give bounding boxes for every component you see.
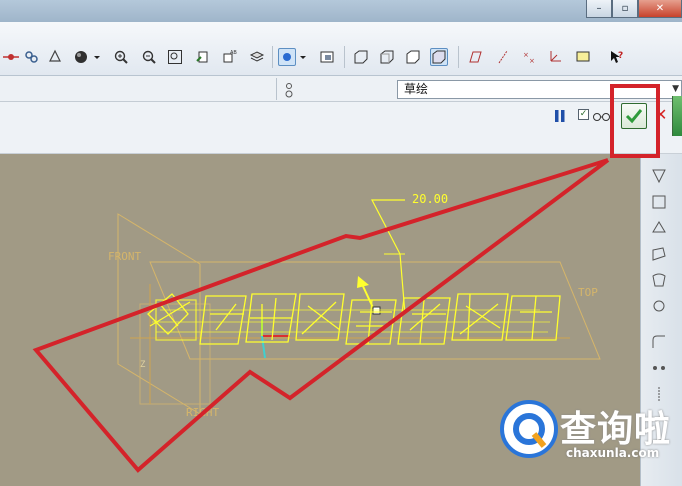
zoom-out-icon[interactable] — [140, 48, 158, 66]
watermark-domain: chaxunla.com — [566, 446, 660, 460]
z-axis-label: Z — [140, 360, 146, 370]
csys-icon[interactable] — [546, 48, 564, 66]
round-tool-icon[interactable] — [649, 332, 669, 352]
hole-tool-icon[interactable] — [649, 296, 669, 316]
svg-text:?: ? — [618, 51, 623, 61]
chevron-down-icon[interactable] — [298, 48, 308, 66]
dimension-leader — [371, 199, 406, 315]
datum-points-icon[interactable]: × × — [520, 48, 538, 66]
blend-tool-icon[interactable] — [649, 270, 669, 290]
wireframe-icon[interactable] — [352, 48, 370, 66]
zoom-in-icon[interactable] — [112, 48, 130, 66]
spin-center-icon[interactable] — [2, 48, 20, 66]
glasses-icon[interactable] — [592, 108, 612, 121]
shading-sphere-icon[interactable] — [72, 48, 90, 66]
preview-checkbox[interactable]: ✓ — [578, 109, 589, 120]
watermark-logo: 查询啦 chaxunla.com — [500, 394, 678, 468]
pattern-tool-icon[interactable] — [649, 358, 669, 378]
extrude-tool-icon[interactable] — [649, 192, 669, 212]
creo-window: – ▫ ✕ AB × × ? 草绘 ▼ ✓ ✕ 20.00 FRONT TOP … — [0, 0, 682, 486]
datum-plane-tool-icon[interactable] — [649, 166, 669, 186]
grip-handle-icon[interactable] — [283, 80, 295, 100]
title-bar: – ▫ ✕ — [0, 0, 682, 22]
chevron-down-icon[interactable] — [92, 48, 102, 66]
revolve-tool-icon[interactable] — [649, 218, 669, 238]
no-hidden-icon[interactable] — [404, 48, 422, 66]
orient-icon[interactable]: AB — [220, 48, 238, 66]
hidden-line-icon[interactable] — [378, 48, 396, 66]
cancel-button[interactable]: ✕ — [654, 106, 668, 124]
top-datum-label: TOP — [578, 286, 598, 299]
sketch-dropdown[interactable]: 草绘 ▼ — [397, 80, 682, 99]
watermark-q-icon — [500, 400, 558, 458]
sketch-dropdown-value: 草绘 — [404, 82, 429, 96]
front-datum-label: FRONT — [108, 250, 142, 263]
toolbar-separator — [458, 46, 459, 68]
annotations-icon[interactable] — [574, 48, 592, 66]
datum-planes-icon[interactable] — [466, 48, 484, 66]
watermark-brand: 查询啦 — [560, 409, 672, 450]
whats-this-icon[interactable]: ? — [608, 48, 626, 66]
main-toolbar: AB × × ? — [0, 22, 682, 76]
ok-button[interactable] — [621, 103, 647, 129]
status-indicator — [672, 96, 682, 136]
shaded-icon[interactable] — [430, 48, 448, 66]
zoom-window-icon[interactable] — [166, 48, 184, 66]
svg-text:×: × — [529, 57, 535, 65]
view-manager-icon[interactable] — [278, 48, 296, 66]
toolbar-separator — [344, 46, 345, 68]
layers-icon[interactable] — [248, 48, 266, 66]
window-controls: – ▫ ✕ — [586, 0, 682, 18]
right-datum-label: RIGHT — [186, 406, 220, 419]
model-orient-icon[interactable] — [46, 48, 64, 66]
pause-icon[interactable] — [553, 108, 567, 122]
svg-text:AB: AB — [230, 50, 237, 56]
saved-views-icon[interactable] — [318, 48, 336, 66]
dimension-label[interactable]: 20.00 — [412, 192, 448, 206]
datum-axes-icon[interactable] — [494, 48, 512, 66]
toolbar-separator — [272, 46, 273, 68]
minimize-button[interactable]: – — [586, 0, 612, 18]
toolbar-separator — [276, 78, 277, 100]
repaint-icon[interactable] — [194, 48, 212, 66]
refit-icon[interactable] — [22, 48, 40, 66]
svg-text:×: × — [523, 51, 529, 59]
sweep-tool-icon[interactable] — [649, 244, 669, 264]
maximize-button[interactable]: ▫ — [612, 0, 638, 18]
close-button[interactable]: ✕ — [638, 0, 682, 18]
